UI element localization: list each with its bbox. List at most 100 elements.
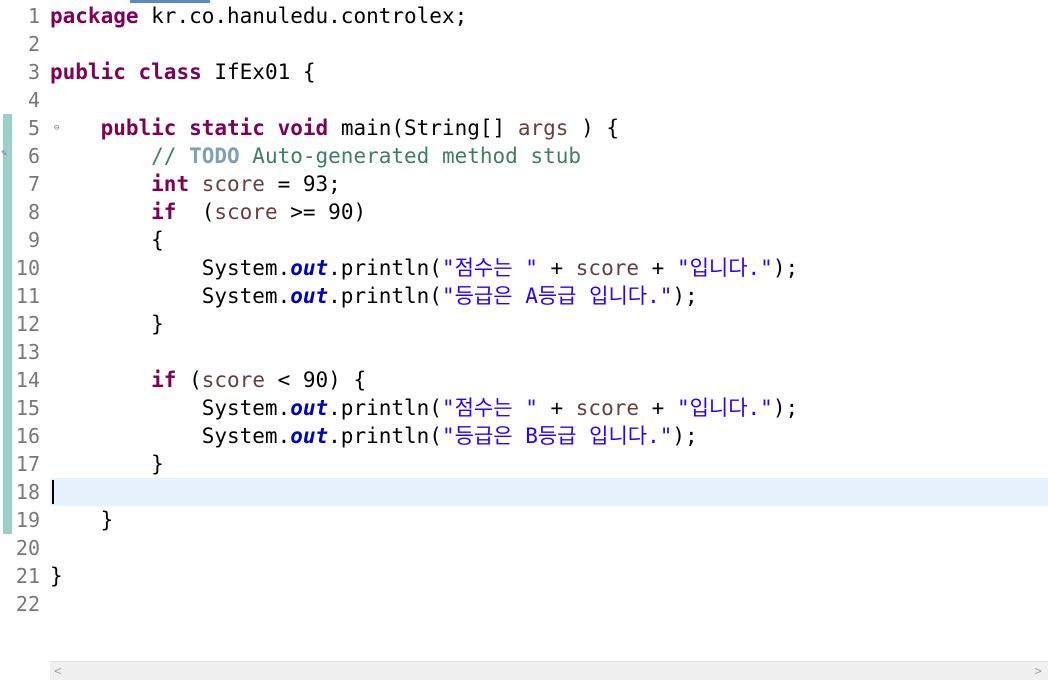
code-token: ); xyxy=(772,256,799,280)
line-number: 11 xyxy=(15,284,40,308)
quick-diff-change-bar xyxy=(3,114,12,534)
line-number: 18 xyxy=(15,480,40,504)
code-token: >= 90) xyxy=(277,200,367,224)
code-token: + xyxy=(639,256,677,280)
line-number: 21 xyxy=(15,564,40,588)
code-token: ); xyxy=(772,396,799,420)
code-token: System. xyxy=(50,284,291,308)
line-number: 6 xyxy=(27,144,40,168)
code-token: if xyxy=(151,368,190,392)
code-token: score xyxy=(214,200,278,224)
code-token: } xyxy=(50,508,114,532)
line-number: 8 xyxy=(27,200,40,224)
code-line[interactable]: { xyxy=(50,226,1048,254)
code-token: .println( xyxy=(328,396,442,420)
code-token: .println( xyxy=(328,424,442,448)
code-token: class xyxy=(138,60,215,84)
task-marker-icon[interactable]: ✎ xyxy=(1,148,12,160)
code-token: .println( xyxy=(328,256,442,280)
code-token: out xyxy=(290,424,329,448)
line-number: 1 xyxy=(27,4,40,28)
code-token: { xyxy=(50,228,164,252)
code-line[interactable] xyxy=(50,30,1048,58)
code-line[interactable]: int score = 93; xyxy=(50,170,1048,198)
code-token: ( xyxy=(189,200,215,224)
line-number: 5 xyxy=(27,116,40,140)
code-token: "등급은 A등급 입니다." xyxy=(441,284,673,308)
code-token: "점수는 " xyxy=(441,256,538,280)
code-token: "등급은 B등급 입니다." xyxy=(441,424,673,448)
line-number-gutter: 1 2 3 4 5 ⊖ 6 7 8 9 10 11 12 13 14 15 16 17 18 19 20 21 22 xyxy=(14,0,59,662)
line-number: 20 xyxy=(15,536,40,560)
line-number: 10 xyxy=(15,256,40,280)
code-token: = 93; xyxy=(264,172,341,196)
line-number: 12 xyxy=(15,312,40,336)
code-token: args xyxy=(517,116,569,140)
code-token: System. xyxy=(50,424,291,448)
code-token: score xyxy=(201,172,265,196)
code-token: } xyxy=(50,452,164,476)
line-number: 7 xyxy=(27,172,40,196)
code-line[interactable] xyxy=(50,338,1048,366)
code-token: "입니다." xyxy=(676,256,773,280)
code-editor[interactable]: ✎ 1 2 3 4 5 ⊖ 6 7 8 9 10 11 12 13 14 15 16 17 18 19 20 21 22 p… xyxy=(0,0,1048,662)
code-token: TODO xyxy=(189,144,240,168)
code-line[interactable]: if (score >= 90) xyxy=(50,198,1048,226)
code-line[interactable] xyxy=(50,590,1048,618)
line-number: 22 xyxy=(15,592,40,616)
code-line[interactable]: System.out.println("등급은 B등급 입니다."); xyxy=(50,422,1048,450)
code-line[interactable]: // TODO Auto-generated method stub xyxy=(50,142,1048,170)
overview-ruler: ✎ xyxy=(0,0,14,662)
code-token: score xyxy=(201,368,265,392)
code-token: ); xyxy=(672,424,698,448)
code-line[interactable]: } xyxy=(50,310,1048,338)
code-line[interactable]: public class IfEx01 { xyxy=(50,58,1048,86)
code-token: public xyxy=(100,116,190,140)
code-token: kr.co.hanuledu.controlex; xyxy=(151,4,468,28)
code-token: ) { xyxy=(568,116,619,140)
line-number: 17 xyxy=(15,452,40,476)
code-line[interactable] xyxy=(50,478,1048,506)
code-line[interactable]: } xyxy=(50,506,1048,534)
line-number: 19 xyxy=(15,508,40,532)
horizontal-scrollbar[interactable]: < > xyxy=(50,661,1048,680)
code-line[interactable]: } xyxy=(50,450,1048,478)
line-number: 3 xyxy=(27,60,40,84)
code-area[interactable]: package kr.co.hanuledu.controlex; public … xyxy=(50,0,1048,662)
code-token: "점수는 " xyxy=(441,396,538,420)
code-line[interactable]: System.out.println("등급은 A등급 입니다."); xyxy=(50,282,1048,310)
scroll-right-icon[interactable]: > xyxy=(1035,662,1042,680)
scroll-left-icon[interactable]: < xyxy=(54,662,61,680)
code-line[interactable] xyxy=(50,534,1048,562)
code-token: static xyxy=(189,116,278,140)
code-line[interactable]: } xyxy=(50,562,1048,590)
code-token: System. xyxy=(50,396,291,420)
line-number: 2 xyxy=(27,32,40,56)
code-token: < 90) { xyxy=(264,368,367,392)
line-number: 16 xyxy=(15,424,40,448)
line-number: 9 xyxy=(27,228,40,252)
code-token: + xyxy=(537,396,576,420)
code-token: } xyxy=(50,564,63,588)
code-line[interactable]: System.out.println("점수는 " + score + "입니다… xyxy=(50,254,1048,282)
code-token: } xyxy=(50,312,164,336)
code-token: int xyxy=(151,172,202,196)
code-token: out xyxy=(290,396,329,420)
code-token: void xyxy=(277,116,341,140)
code-line[interactable]: package kr.co.hanuledu.controlex; xyxy=(50,2,1048,30)
code-line[interactable]: System.out.println("점수는 " + score + "입니다… xyxy=(50,394,1048,422)
line-number: 14 xyxy=(15,368,40,392)
code-line[interactable]: if (score < 90) { xyxy=(50,366,1048,394)
code-line[interactable]: public static void main(String[] args ) … xyxy=(50,114,1048,142)
code-token: if xyxy=(151,200,190,224)
line-number: 15 xyxy=(15,396,40,420)
code-token: score xyxy=(575,256,639,280)
code-line[interactable] xyxy=(50,86,1048,114)
code-token: .println( xyxy=(328,284,442,308)
code-token: score xyxy=(575,396,639,420)
code-token: System. xyxy=(50,256,291,280)
code-token: // xyxy=(50,144,190,168)
